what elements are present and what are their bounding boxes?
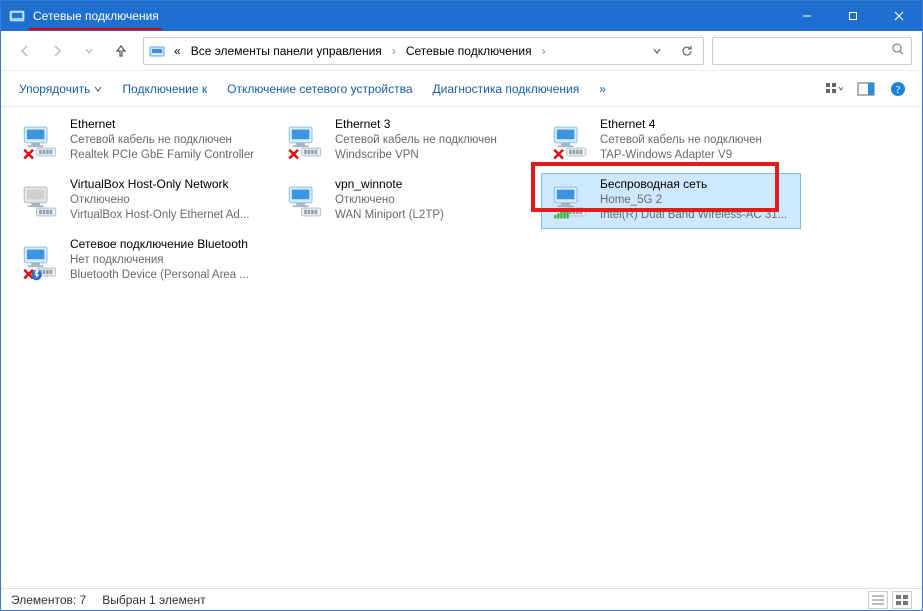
chevron-right-icon[interactable]: ›: [540, 44, 548, 58]
chevron-right-icon[interactable]: ›: [390, 44, 398, 58]
connection-device: TAP-Windows Adapter V9: [600, 148, 762, 163]
adapter-icon: [16, 237, 64, 285]
item-count-label: Элементов: 7: [11, 593, 86, 607]
forward-button[interactable]: [43, 37, 71, 65]
title-underline-annotation: [29, 28, 161, 30]
status-bar: Элементов: 7 Выбран 1 элемент: [1, 588, 922, 610]
close-button[interactable]: [876, 1, 922, 31]
network-connection-item[interactable]: Ethernet Сетевой кабель не подключен Rea…: [11, 113, 271, 169]
navigation-bar: « Все элементы панели управления › Сетев…: [1, 31, 922, 71]
connection-device: Intel(R) Dual Band Wireless-AC 31...: [600, 208, 787, 223]
view-options-button[interactable]: [820, 75, 848, 103]
adapter-icon: [281, 177, 329, 225]
adapter-icon: [281, 117, 329, 165]
breadcrumb-item-1[interactable]: Все элементы панели управления: [189, 44, 384, 58]
adapter-icon: [16, 117, 64, 165]
connection-status: Нет подключения: [70, 253, 249, 268]
connection-status: Отключено: [70, 193, 249, 208]
address-icon: [148, 42, 166, 60]
details-view-button[interactable]: [868, 591, 888, 609]
help-button[interactable]: ?: [884, 75, 912, 103]
content-area[interactable]: Ethernet Сетевой кабель не подключен Rea…: [1, 107, 922, 588]
minimize-button[interactable]: [784, 1, 830, 31]
title-bar: Сетевые подключения: [1, 1, 922, 31]
toolbar-overflow-button[interactable]: »: [591, 78, 614, 100]
address-dropdown-button[interactable]: [645, 39, 669, 63]
network-connection-item[interactable]: Беспроводная сеть Home_5G 2 Intel(R) Dua…: [541, 173, 801, 229]
breadcrumb-item-2[interactable]: Сетевые подключения: [404, 44, 534, 58]
recent-locations-button[interactable]: [75, 37, 103, 65]
connection-device: WAN Miniport (L2TP): [335, 208, 444, 223]
connection-name: Сетевое подключение Bluetooth: [70, 237, 249, 253]
connection-device: VirtualBox Host-Only Ethernet Ad...: [70, 208, 249, 223]
maximize-button[interactable]: [830, 1, 876, 31]
organize-label: Упорядочить: [19, 82, 90, 96]
diagnose-button[interactable]: Диагностика подключения: [425, 78, 588, 100]
connection-name: vpn_winnote: [335, 177, 444, 193]
command-toolbar: Упорядочить Подключение к Отключение сет…: [1, 71, 922, 107]
chevron-down-icon: [94, 85, 102, 93]
network-connection-item[interactable]: Ethernet 4 Сетевой кабель не подключен T…: [541, 113, 801, 169]
large-icons-view-button[interactable]: [892, 591, 912, 609]
adapter-icon: [546, 177, 594, 225]
app-icon: [9, 8, 25, 24]
adapter-icon: [16, 177, 64, 225]
connection-status: Сетевой кабель не подключен: [600, 133, 762, 148]
up-button[interactable]: [107, 37, 135, 65]
connection-device: Realtek PCIe GbE Family Controller: [70, 148, 254, 163]
connection-status: Home_5G 2: [600, 193, 787, 208]
connection-name: VirtualBox Host-Only Network: [70, 177, 249, 193]
connection-device: Windscribe VPN: [335, 148, 497, 163]
address-bar[interactable]: « Все элементы панели управления › Сетев…: [143, 37, 704, 65]
connection-name: Ethernet: [70, 117, 254, 133]
back-button[interactable]: [11, 37, 39, 65]
connection-device: Bluetooth Device (Personal Area ...: [70, 268, 249, 283]
selection-count-label: Выбран 1 элемент: [102, 593, 205, 607]
refresh-button[interactable]: [675, 39, 699, 63]
connection-status: Отключено: [335, 193, 444, 208]
organize-button[interactable]: Упорядочить: [11, 78, 110, 100]
svg-text:?: ?: [896, 84, 901, 96]
search-input[interactable]: [712, 37, 912, 65]
adapter-icon: [546, 117, 594, 165]
connection-status: Сетевой кабель не подключен: [70, 133, 254, 148]
disable-device-button[interactable]: Отключение сетевого устройства: [219, 78, 420, 100]
preview-pane-button[interactable]: [852, 75, 880, 103]
window-title: Сетевые подключения: [33, 9, 159, 24]
network-connection-item[interactable]: VirtualBox Host-Only Network Отключено V…: [11, 173, 271, 229]
breadcrumb-prefix: «: [172, 44, 183, 58]
connect-to-button[interactable]: Подключение к: [114, 78, 215, 100]
connection-name: Беспроводная сеть: [600, 177, 787, 193]
network-connection-item[interactable]: vpn_winnote Отключено WAN Miniport (L2TP…: [276, 173, 536, 229]
network-connection-item[interactable]: Сетевое подключение Bluetooth Нет подклю…: [11, 233, 271, 289]
connection-name: Ethernet 3: [335, 117, 497, 133]
connection-name: Ethernet 4: [600, 117, 762, 133]
connection-status: Сетевой кабель не подключен: [335, 133, 497, 148]
network-connection-item[interactable]: Ethernet 3 Сетевой кабель не подключен W…: [276, 113, 536, 169]
search-icon: [891, 42, 905, 59]
